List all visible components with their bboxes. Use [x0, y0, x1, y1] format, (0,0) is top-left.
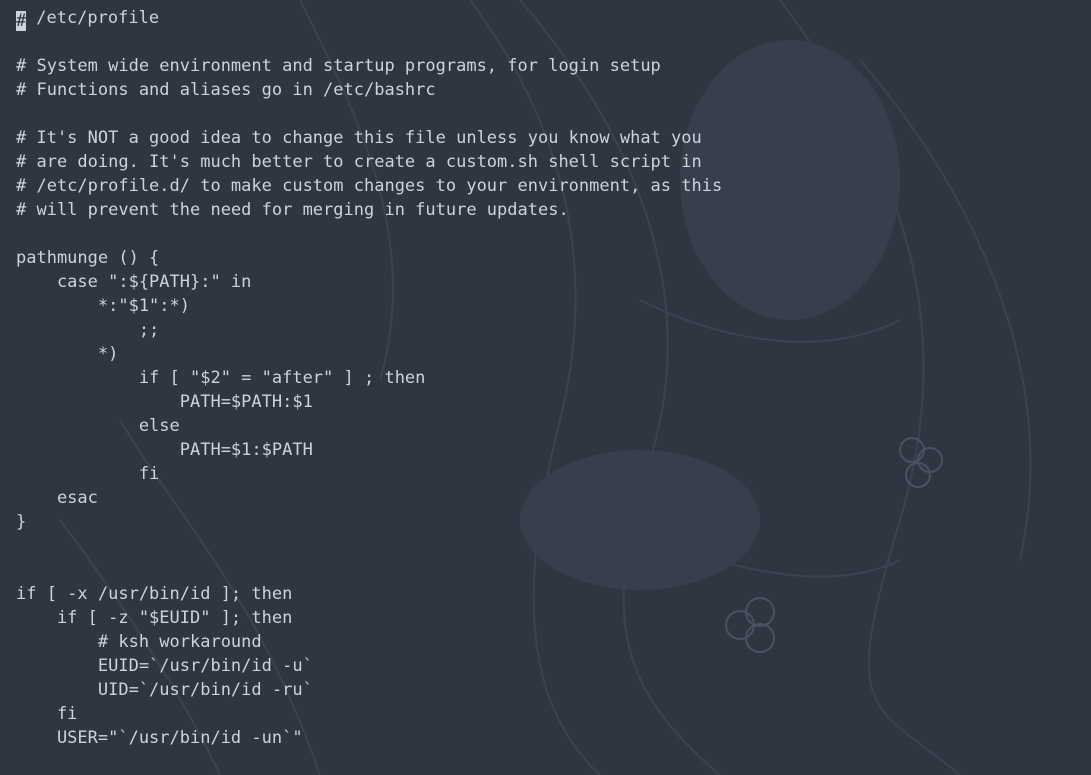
- code-line-text: PATH=$1:$PATH: [16, 440, 313, 460]
- code-line: # System wide environment and startup pr…: [16, 54, 661, 78]
- code-line-text: fi: [16, 464, 160, 484]
- code-line: # /etc/profile: [16, 6, 160, 31]
- terminal-editor[interactable]: # /etc/profile # System wide environment …: [0, 0, 1091, 775]
- code-line: pathmunge () {: [16, 246, 159, 270]
- code-line-text: case ":${PATH}:" in: [16, 272, 252, 292]
- text-cursor: #: [16, 11, 27, 31]
- code-line-text: # are doing. It's much better to create …: [16, 152, 702, 172]
- code-line-text: fi: [16, 704, 78, 724]
- code-line-text: if [ -z "$EUID" ]; then: [16, 608, 293, 628]
- code-line-text: if [ "$2" = "after" ] ; then: [16, 368, 426, 388]
- code-line: # /etc/profile.d/ to make custom changes…: [16, 174, 722, 198]
- code-line-text: UID=`/usr/bin/id -ru`: [16, 680, 313, 700]
- code-line-text: ;;: [16, 320, 160, 340]
- code-line-text: # System wide environment and startup pr…: [16, 56, 661, 76]
- code-line: PATH=$1:$PATH: [16, 438, 313, 462]
- code-line: fi: [16, 702, 77, 726]
- code-line-text: esac: [16, 488, 98, 508]
- code-line-text: pathmunge () {: [16, 248, 160, 268]
- code-line-text: USER="`/usr/bin/id -un`": [16, 728, 303, 748]
- code-line-text: *): [16, 344, 119, 364]
- code-line: PATH=$PATH:$1: [16, 390, 313, 414]
- code-line-text: # It's NOT a good idea to change this fi…: [16, 128, 702, 148]
- code-line: *:"$1":*): [16, 294, 190, 318]
- code-line: # are doing. It's much better to create …: [16, 150, 702, 174]
- code-line: else: [16, 414, 180, 438]
- code-line: UID=`/usr/bin/id -ru`: [16, 678, 313, 702]
- code-line: # ksh workaround: [16, 630, 262, 654]
- code-line: fi: [16, 462, 159, 486]
- code-line-text: EUID=`/usr/bin/id -u`: [16, 656, 313, 676]
- code-line: # Functions and aliases go in /etc/bashr…: [16, 78, 436, 102]
- code-line-text: if [ -x /usr/bin/id ]; then: [16, 584, 293, 604]
- code-line: # It's NOT a good idea to change this fi…: [16, 126, 702, 150]
- code-line-text: # Functions and aliases go in /etc/bashr…: [16, 80, 436, 100]
- code-line: *): [16, 342, 118, 366]
- code-line-text: else: [16, 416, 180, 436]
- code-line: ;;: [16, 318, 159, 342]
- code-line-text: /etc/profile: [26, 8, 160, 28]
- code-line-text: # /etc/profile.d/ to make custom changes…: [16, 176, 723, 196]
- code-line: # will prevent the need for merging in f…: [16, 198, 569, 222]
- code-line-text: *:"$1":*): [16, 296, 190, 316]
- code-line: if [ -z "$EUID" ]; then: [16, 606, 292, 630]
- code-line: if [ -x /usr/bin/id ]; then: [16, 582, 292, 606]
- code-line-text: PATH=$PATH:$1: [16, 392, 313, 412]
- code-line: EUID=`/usr/bin/id -u`: [16, 654, 313, 678]
- code-line-text: # will prevent the need for merging in f…: [16, 200, 569, 220]
- code-line: esac: [16, 486, 98, 510]
- code-line: case ":${PATH}:" in: [16, 270, 251, 294]
- code-line: }: [16, 510, 26, 534]
- code-line-text: # ksh workaround: [16, 632, 262, 652]
- code-line-text: }: [16, 512, 27, 532]
- code-line: if [ "$2" = "after" ] ; then: [16, 366, 426, 390]
- code-line: USER="`/usr/bin/id -un`": [16, 726, 303, 750]
